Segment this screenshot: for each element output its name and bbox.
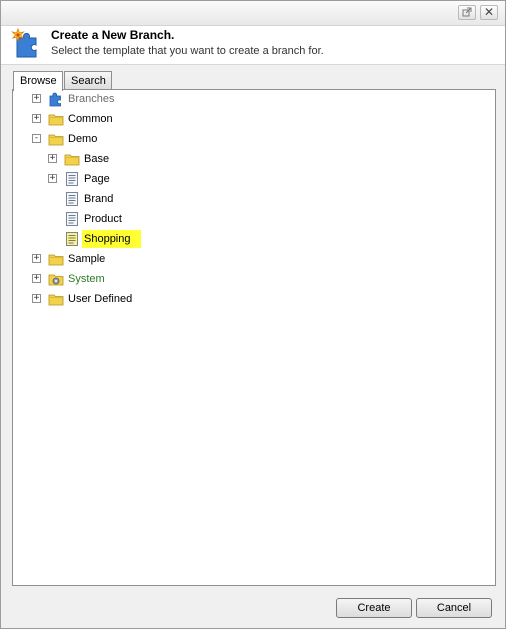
close-icon[interactable]: ✕ bbox=[480, 5, 498, 20]
template-icon-yellow bbox=[66, 232, 78, 246]
cancel-button[interactable]: Cancel bbox=[416, 598, 492, 618]
tree-node-brand[interactable]: Brand bbox=[13, 190, 493, 208]
tree-node-label[interactable]: Page bbox=[82, 170, 112, 188]
tree-node-label[interactable]: Branches bbox=[66, 90, 116, 108]
tree-node-label[interactable]: Common bbox=[66, 110, 115, 128]
folder-icon bbox=[48, 114, 64, 126]
tree-node-common[interactable]: + Common bbox=[13, 110, 493, 128]
template-icon bbox=[66, 172, 78, 186]
expand-icon[interactable]: + bbox=[32, 94, 41, 103]
puzzle-icon bbox=[49, 92, 61, 107]
tree-node-demo[interactable]: - Demo bbox=[13, 130, 493, 148]
folder-icon bbox=[64, 154, 80, 166]
tree-node-branches[interactable]: + Branches bbox=[13, 90, 493, 108]
expand-icon[interactable]: + bbox=[48, 154, 57, 163]
tree-node-base[interactable]: + Base bbox=[13, 150, 493, 168]
tree-node-system[interactable]: + System bbox=[13, 270, 493, 288]
template-icon bbox=[66, 192, 78, 206]
tree-node-label[interactable]: System bbox=[66, 270, 107, 288]
folder-icon bbox=[48, 134, 64, 146]
tab-browse[interactable]: Browse bbox=[13, 71, 63, 91]
system-folder-icon bbox=[48, 274, 64, 286]
popout-icon[interactable] bbox=[458, 5, 476, 20]
tree-node-user-defined[interactable]: + User Defined bbox=[13, 290, 493, 308]
tree-node-label[interactable]: Shopping bbox=[82, 230, 141, 248]
folder-icon bbox=[48, 254, 64, 266]
expand-icon[interactable]: + bbox=[32, 114, 41, 123]
new-branch-icon bbox=[11, 28, 37, 58]
tree-node-sample[interactable]: + Sample bbox=[13, 250, 493, 268]
dialog-subtitle: Select the template that you want to cre… bbox=[51, 45, 324, 57]
collapse-icon[interactable]: - bbox=[32, 134, 41, 143]
dialog-titlebar[interactable]: ✕ bbox=[1, 1, 505, 26]
dialog-footer: Create Cancel bbox=[1, 589, 505, 628]
template-tree: + Branches + Common - Demo + Base + Page… bbox=[12, 89, 496, 586]
template-icon bbox=[66, 212, 78, 226]
create-branch-dialog: ✕ Create a New Branch. Select the templa… bbox=[0, 0, 506, 629]
expand-icon[interactable]: + bbox=[32, 274, 41, 283]
expand-icon[interactable]: + bbox=[48, 174, 57, 183]
tree-node-shopping[interactable]: Shopping bbox=[13, 230, 493, 248]
tree-node-page[interactable]: + Page bbox=[13, 170, 493, 188]
tree-node-label[interactable]: Demo bbox=[66, 130, 99, 148]
tree-node-label[interactable]: Product bbox=[82, 210, 124, 228]
expand-icon[interactable]: + bbox=[32, 294, 41, 303]
tree-node-label[interactable]: Base bbox=[82, 150, 111, 168]
tab-search[interactable]: Search bbox=[64, 71, 112, 90]
tree-node-label[interactable]: User Defined bbox=[66, 290, 134, 308]
tree-node-product[interactable]: Product bbox=[13, 210, 493, 228]
dialog-title: Create a New Branch. bbox=[51, 28, 175, 42]
expand-icon[interactable]: + bbox=[32, 254, 41, 263]
create-button[interactable]: Create bbox=[336, 598, 412, 618]
tree-node-label[interactable]: Brand bbox=[82, 190, 115, 208]
folder-icon bbox=[48, 294, 64, 306]
dialog-header: Create a New Branch. Select the template… bbox=[1, 26, 505, 65]
tree-node-label[interactable]: Sample bbox=[66, 250, 107, 268]
